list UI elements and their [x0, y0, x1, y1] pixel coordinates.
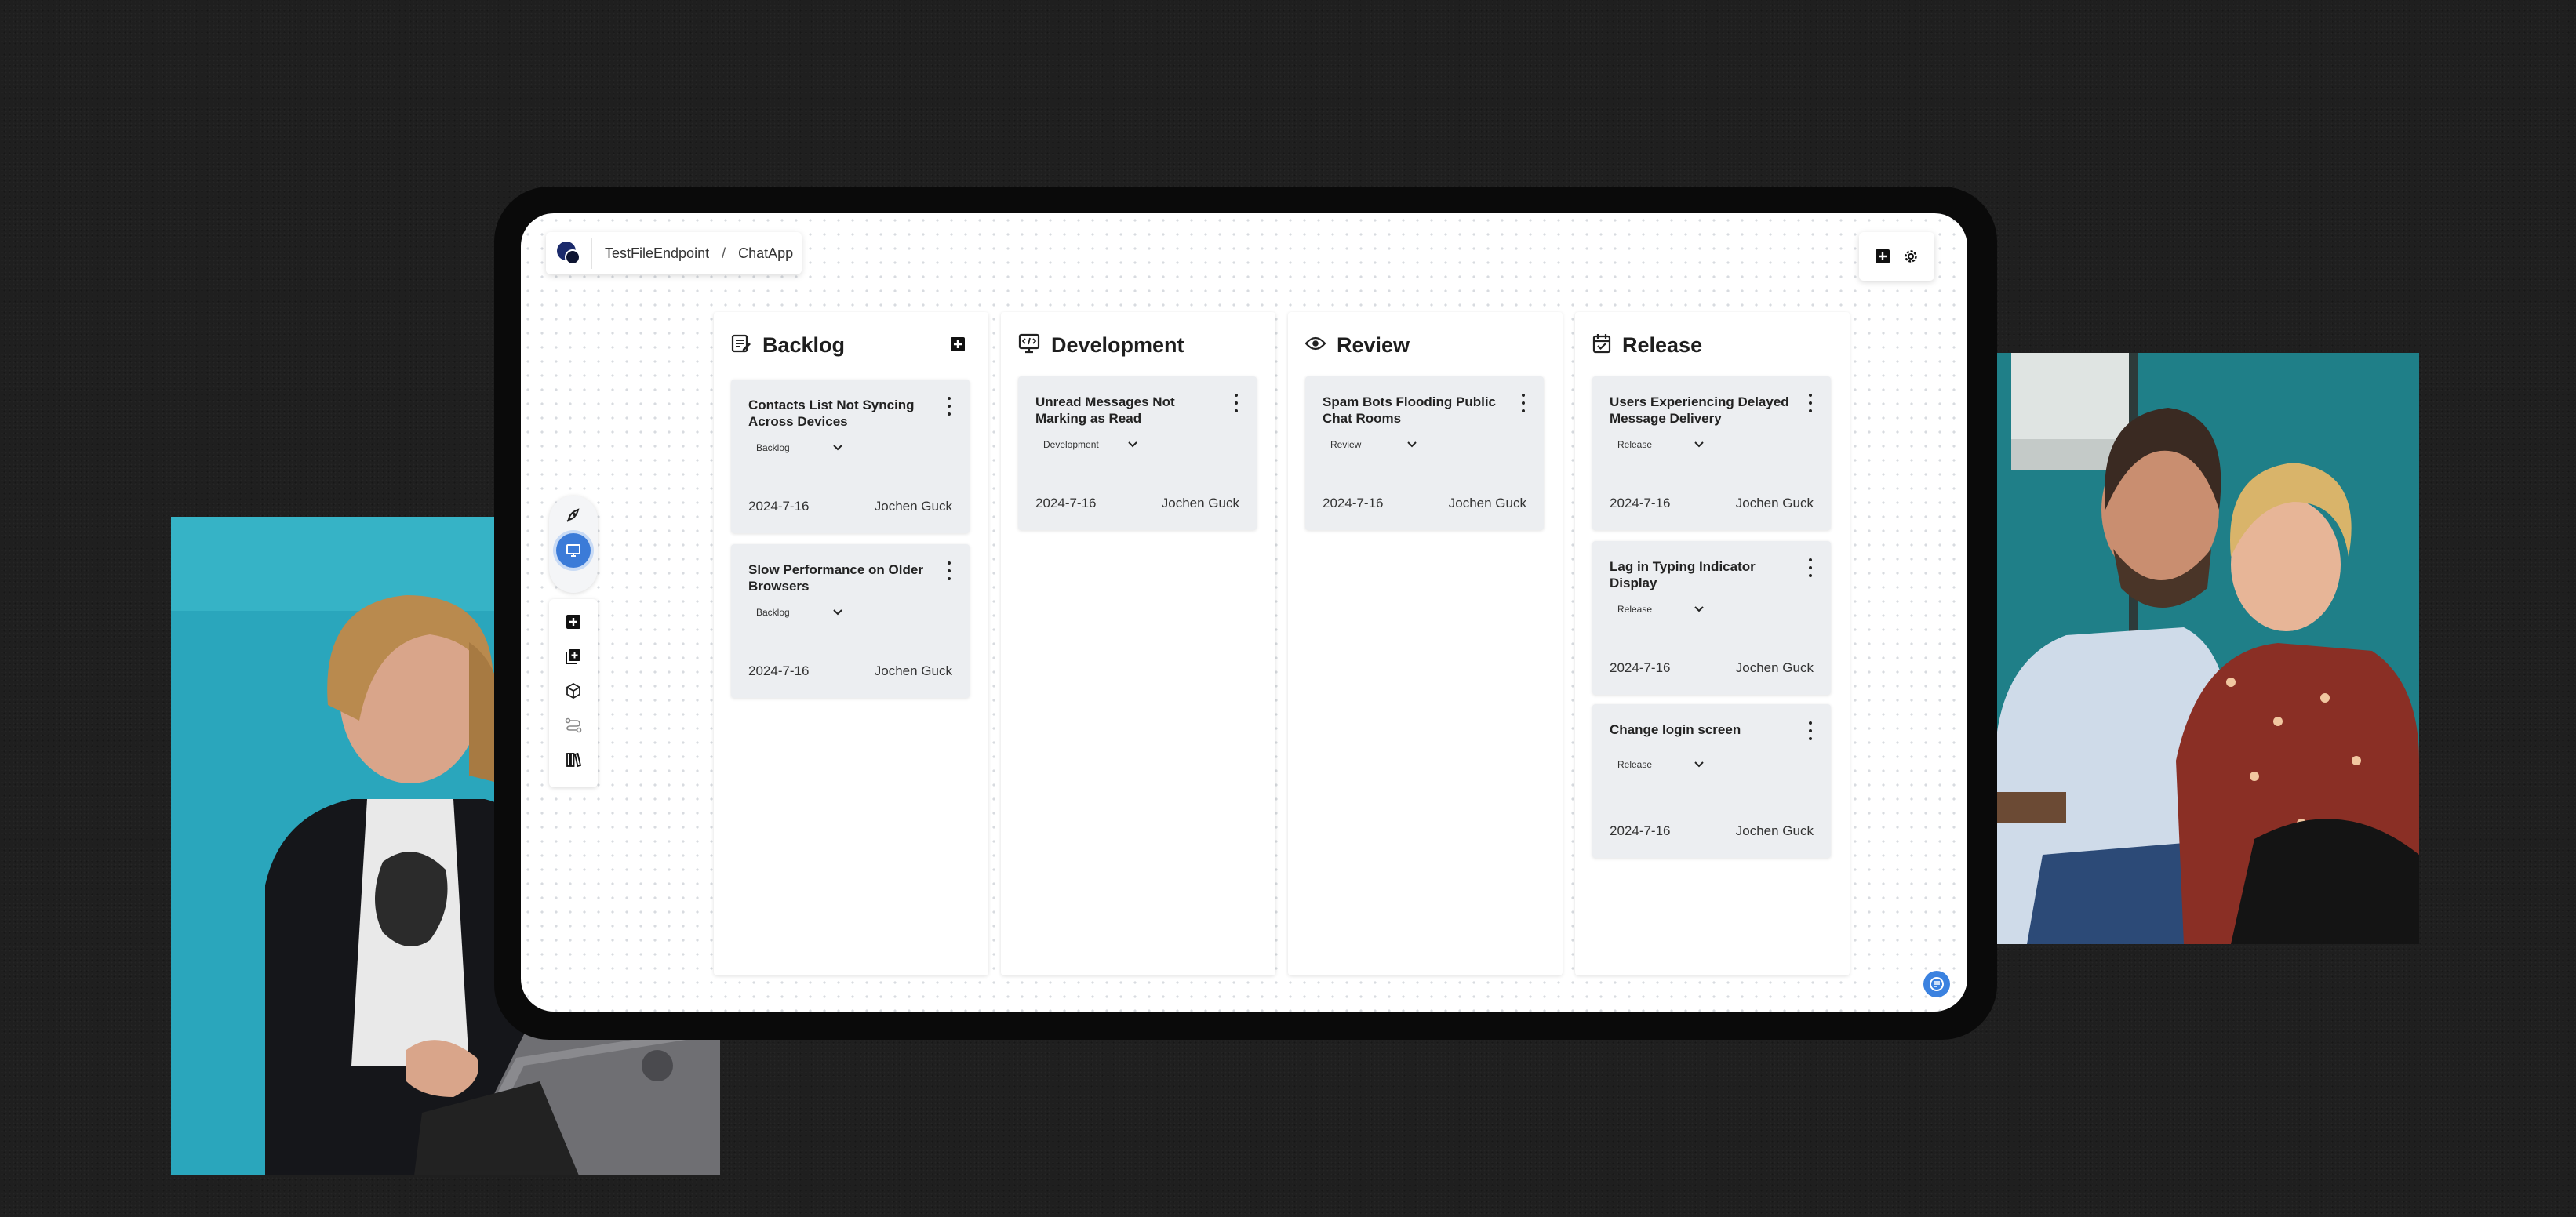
- status-select-value: Release: [1617, 439, 1653, 450]
- card-title: Change login screen: [1610, 722, 1741, 737]
- status-select-value: Backlog: [756, 607, 790, 618]
- status-select[interactable]: Backlog: [748, 602, 850, 623]
- card-date: 2024-7-16: [748, 663, 810, 678]
- card-title: Users Experiencing Delayed Message Deliv…: [1610, 394, 1789, 426]
- chevron-down-icon: [833, 607, 842, 618]
- add-box-icon[interactable]: [565, 613, 582, 630]
- column-title: Review: [1337, 332, 1410, 357]
- task-card[interactable]: Change login screen Release 2024-7-16 Jo…: [1592, 704, 1831, 858]
- task-card[interactable]: Spam Bots Flooding Public Chat Rooms Rev…: [1305, 376, 1544, 530]
- monitor-icon[interactable]: [556, 533, 591, 568]
- more-vert-icon[interactable]: [1804, 558, 1817, 577]
- card-date: 2024-7-16: [1610, 660, 1671, 675]
- card-date: 2024-7-16: [1610, 823, 1671, 838]
- card-assignee: Jochen Guck: [1735, 660, 1814, 675]
- status-select[interactable]: Release: [1610, 599, 1712, 619]
- card-title: Lag in Typing Indicator Display: [1610, 559, 1756, 590]
- chevron-down-icon: [1694, 759, 1704, 770]
- task-card[interactable]: Users Experiencing Delayed Message Deliv…: [1592, 376, 1831, 530]
- eye-icon: [1304, 336, 1326, 355]
- breadcrumb-divider: [591, 238, 592, 269]
- task-card[interactable]: Lag in Typing Indicator Display Release …: [1592, 541, 1831, 695]
- more-vert-icon[interactable]: [943, 561, 955, 580]
- card-title: Contacts List Not Syncing Across Devices: [748, 398, 915, 429]
- breadcrumb-app[interactable]: ChatApp: [738, 245, 793, 262]
- column-header: Development: [1018, 329, 1258, 361]
- chevron-down-icon: [1694, 439, 1704, 450]
- card-date: 2024-7-16: [748, 499, 810, 514]
- column-release: Release Users Experiencing Delayed Messa…: [1575, 312, 1850, 975]
- chevron-down-icon: [1694, 604, 1704, 615]
- task-card[interactable]: Slow Performance on Older Browsers Backl…: [731, 544, 970, 698]
- column-development: Development Unread Messages Not Marking …: [1001, 312, 1275, 975]
- status-select-value: Review: [1330, 439, 1362, 450]
- column-header: Backlog: [731, 329, 971, 361]
- column-title: Backlog: [762, 332, 846, 357]
- task-card[interactable]: Unread Messages Not Marking as Read Deve…: [1018, 376, 1257, 530]
- breadcrumb-separator: /: [722, 245, 726, 261]
- card-assignee: Jochen Guck: [1735, 496, 1814, 510]
- status-select[interactable]: Development: [1035, 434, 1145, 455]
- more-vert-icon[interactable]: [1804, 721, 1817, 740]
- app-logo-icon[interactable]: [557, 242, 580, 265]
- card-title: Spam Bots Flooding Public Chat Rooms: [1323, 394, 1496, 426]
- status-select[interactable]: Release: [1610, 754, 1712, 775]
- column-backlog: Backlog Contacts List Not Syncing Across…: [714, 312, 988, 975]
- column-header: Review: [1304, 329, 1545, 361]
- card-title: Unread Messages Not Marking as Read: [1035, 394, 1175, 426]
- status-select-value: Development: [1043, 439, 1099, 450]
- status-select-value: Release: [1617, 604, 1653, 615]
- breadcrumb-project[interactable]: TestFileEndpoint: [605, 245, 709, 262]
- more-vert-icon[interactable]: [1517, 394, 1530, 412]
- card-title: Slow Performance on Older Browsers: [748, 562, 923, 594]
- add-library-icon[interactable]: [565, 648, 582, 665]
- card-date: 2024-7-16: [1035, 496, 1097, 510]
- route-icon[interactable]: [565, 717, 582, 734]
- code-monitor-icon: [1018, 333, 1040, 358]
- status-select[interactable]: Backlog: [748, 438, 850, 458]
- chevron-down-icon: [1407, 439, 1417, 450]
- card-assignee: Jochen Guck: [1735, 823, 1814, 838]
- more-vert-icon[interactable]: [943, 397, 955, 416]
- task-card[interactable]: Contacts List Not Syncing Across Devices…: [731, 380, 970, 533]
- chevron-down-icon: [833, 442, 842, 453]
- edit-note-icon: [731, 333, 751, 358]
- card-date: 2024-7-16: [1610, 496, 1671, 510]
- colleagues-photo: [1996, 353, 2419, 944]
- breadcrumb: TestFileEndpoint / ChatApp: [546, 232, 802, 274]
- add-card-icon[interactable]: [951, 337, 965, 355]
- rocket-icon[interactable]: [565, 507, 582, 524]
- status-select[interactable]: Review: [1323, 434, 1424, 455]
- app-screen: TestFileEndpoint / ChatApp Backlog Conta…: [521, 213, 1967, 1012]
- status-select-value: Backlog: [756, 442, 790, 453]
- column-title: Development: [1051, 332, 1184, 357]
- books-icon[interactable]: [565, 751, 582, 768]
- add-icon[interactable]: [1874, 248, 1891, 265]
- card-assignee: Jochen Guck: [874, 499, 952, 514]
- chevron-down-icon: [1128, 439, 1137, 450]
- calendar-check-icon: [1592, 333, 1611, 358]
- status-select-value: Release: [1617, 759, 1653, 770]
- gear-icon[interactable]: [1902, 248, 1919, 265]
- view-switcher: [549, 496, 598, 593]
- card-date: 2024-7-16: [1323, 496, 1384, 510]
- card-assignee: Jochen Guck: [1161, 496, 1239, 510]
- column-header: Release: [1592, 329, 1832, 361]
- top-actions: [1859, 232, 1934, 281]
- column-title: Release: [1622, 332, 1703, 357]
- more-vert-icon[interactable]: [1230, 394, 1243, 412]
- tool-rail: [549, 599, 598, 787]
- card-assignee: Jochen Guck: [874, 663, 952, 678]
- status-select[interactable]: Release: [1610, 434, 1712, 455]
- cube-icon[interactable]: [565, 682, 582, 699]
- chat-icon[interactable]: [1923, 971, 1950, 997]
- more-vert-icon[interactable]: [1804, 394, 1817, 412]
- column-review: Review Spam Bots Flooding Public Chat Ro…: [1288, 312, 1563, 975]
- card-assignee: Jochen Guck: [1448, 496, 1526, 510]
